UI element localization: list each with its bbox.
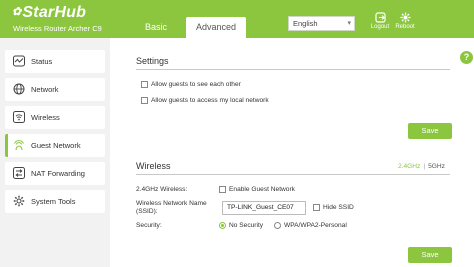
enable-guest-network-checkbox[interactable] bbox=[219, 186, 226, 193]
sidebar-item-wireless[interactable]: Wireless bbox=[5, 106, 105, 129]
divider bbox=[136, 174, 450, 175]
brand-logo: ✿StarHub bbox=[12, 4, 87, 21]
sidebar-item-system-tools[interactable]: System Tools bbox=[5, 190, 105, 213]
tab-advanced[interactable]: Advanced bbox=[186, 17, 246, 38]
see-each-other-checkbox[interactable] bbox=[141, 81, 148, 88]
wireless-save-button[interactable]: Save bbox=[408, 247, 452, 263]
sidebar-item-nat-forwarding[interactable]: NAT Forwarding bbox=[5, 162, 105, 185]
logout-button[interactable]: Logout bbox=[368, 12, 392, 30]
sidebar-item-network[interactable]: Network bbox=[5, 78, 105, 101]
wpa-label: WPA/WPA2-Personal bbox=[284, 222, 347, 229]
sidebar-item-label: NAT Forwarding bbox=[31, 169, 85, 178]
no-security-label: No Security bbox=[229, 222, 264, 229]
wpa-radio[interactable] bbox=[274, 222, 281, 229]
logout-label: Logout bbox=[370, 24, 390, 30]
nat-icon bbox=[13, 167, 25, 179]
access-local-network-label: Allow guests to access my local network bbox=[151, 97, 269, 104]
settings-save-button[interactable]: Save bbox=[408, 123, 452, 139]
language-select[interactable]: English ▾ bbox=[288, 16, 355, 31]
model-name: Wireless Router Archer C9 bbox=[13, 24, 102, 33]
hide-ssid-checkbox[interactable] bbox=[313, 204, 320, 211]
wireless-title: Wireless bbox=[136, 161, 171, 171]
hide-ssid-label: Hide SSID bbox=[323, 204, 354, 211]
band-5ghz-link[interactable]: 5GHz bbox=[428, 163, 445, 170]
no-security-radio[interactable] bbox=[219, 222, 226, 229]
security-label: Security: bbox=[136, 222, 162, 229]
ssid-label: Wireless Network Name (SSID): bbox=[136, 200, 207, 215]
sidebar-item-label: Network bbox=[31, 85, 59, 94]
band-selector: 2.4GHz | 5GHz bbox=[398, 163, 445, 170]
access-local-network-checkbox[interactable] bbox=[141, 97, 148, 104]
ssid-input[interactable]: TP-LINK_Guest_CE07 bbox=[222, 201, 306, 215]
guest-icon bbox=[14, 140, 24, 151]
band-2-4ghz-link[interactable]: 2.4GHz bbox=[398, 163, 420, 170]
reboot-label: Reboot bbox=[395, 24, 415, 30]
logout-icon bbox=[374, 12, 386, 23]
reboot-button[interactable]: Reboot bbox=[393, 12, 417, 30]
gear-icon bbox=[13, 195, 25, 207]
header-bar: ✿StarHub Wireless Router Archer C9 Basic… bbox=[0, 0, 474, 38]
sidebar-item-label: Status bbox=[31, 57, 53, 66]
language-value: English bbox=[293, 19, 318, 28]
chevron-down-icon: ▾ bbox=[347, 20, 351, 27]
settings-title: Settings bbox=[136, 56, 169, 66]
enable-guest-network-label: Enable Guest Network bbox=[229, 186, 295, 193]
wireless-24-label: 2.4GHz Wireless: bbox=[136, 186, 188, 193]
sidebar: Status Network Wireless Guest Network NA… bbox=[0, 38, 110, 267]
wifi-icon bbox=[13, 111, 25, 123]
see-each-other-label: Allow guests to see each other bbox=[151, 81, 241, 88]
sidebar-item-guest-network[interactable]: Guest Network bbox=[5, 134, 105, 157]
help-button[interactable]: ? bbox=[460, 51, 473, 64]
sidebar-item-status[interactable]: Status bbox=[5, 50, 105, 73]
sidebar-item-label: Guest Network bbox=[31, 141, 81, 150]
sidebar-item-label: Wireless bbox=[31, 113, 60, 122]
globe-icon bbox=[13, 83, 25, 95]
tab-basic[interactable]: Basic bbox=[132, 17, 180, 38]
status-icon bbox=[13, 55, 25, 67]
reboot-icon bbox=[400, 12, 410, 23]
sidebar-item-label: System Tools bbox=[31, 197, 76, 206]
divider bbox=[136, 69, 450, 70]
